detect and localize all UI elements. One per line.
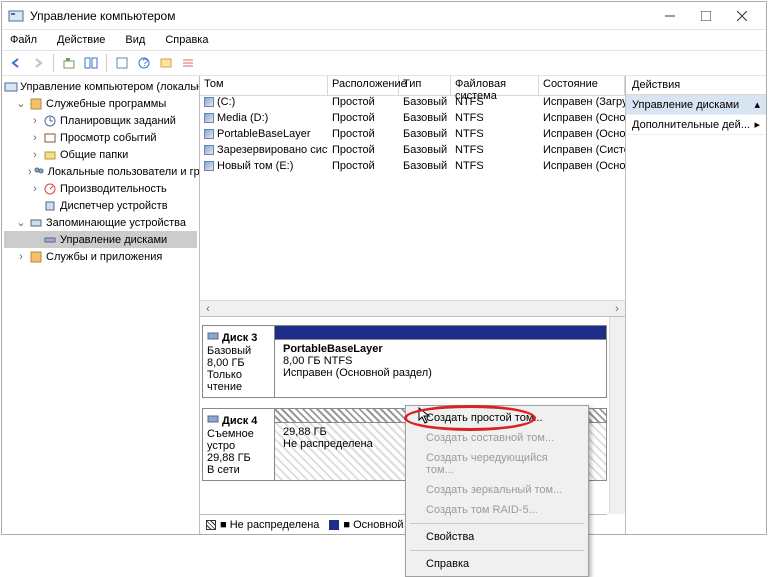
ctx-create-simple-volume[interactable]: Создать простой том... bbox=[408, 408, 586, 428]
v-scrollbar[interactable] bbox=[609, 317, 625, 514]
list-button[interactable] bbox=[178, 53, 198, 73]
menu-file[interactable]: Файл bbox=[6, 32, 41, 48]
tree-local-users[interactable]: ›Локальные пользователи и группы bbox=[4, 163, 197, 180]
col-fs[interactable]: Файловая система bbox=[451, 76, 539, 95]
tree-task-scheduler[interactable]: ›Планировщик заданий bbox=[4, 112, 197, 129]
menu-action[interactable]: Действие bbox=[53, 32, 109, 48]
chevron-up-icon: ▴ bbox=[754, 98, 760, 111]
ctx-create-spanned-volume: Создать составной том... bbox=[408, 428, 586, 448]
close-button[interactable] bbox=[724, 3, 760, 29]
show-hide-button[interactable] bbox=[81, 53, 101, 73]
up-button[interactable] bbox=[59, 53, 79, 73]
context-menu: Создать простой том... Создать составной… bbox=[405, 405, 589, 577]
refresh-button[interactable] bbox=[112, 53, 132, 73]
tree-performance[interactable]: ›Производительность bbox=[4, 180, 197, 197]
window-title: Управление компьютером bbox=[30, 9, 652, 23]
volume-row[interactable]: Новый том (E:)ПростойБазовыйNTFSИсправен… bbox=[200, 160, 625, 176]
app-icon bbox=[8, 8, 24, 24]
forward-button[interactable] bbox=[28, 53, 48, 73]
svg-text:?: ? bbox=[142, 57, 148, 69]
ctx-create-striped-volume: Создать чередующийся том... bbox=[408, 448, 586, 480]
actions-disk-mgmt[interactable]: Управление дисками▴ bbox=[626, 95, 766, 115]
ctx-create-mirrored-volume: Создать зеркальный том... bbox=[408, 480, 586, 500]
actions-pane: Действия Управление дисками▴ Дополнитель… bbox=[626, 76, 766, 534]
help-button[interactable]: ? bbox=[134, 53, 154, 73]
tree-device-manager[interactable]: Диспетчер устройств bbox=[4, 197, 197, 214]
titlebar: Управление компьютером bbox=[2, 2, 766, 30]
minimize-button[interactable] bbox=[652, 3, 688, 29]
tree-shared-folders[interactable]: ›Общие папки bbox=[4, 146, 197, 163]
tree-services[interactable]: ›Службы и приложения bbox=[4, 248, 197, 265]
tree-disk-management[interactable]: Управление дисками bbox=[4, 231, 197, 248]
back-button[interactable] bbox=[6, 53, 26, 73]
column-headers[interactable]: Том Расположение Тип Файловая система Со… bbox=[200, 76, 625, 96]
tree-event-viewer[interactable]: ›Просмотр событий bbox=[4, 129, 197, 146]
actions-more[interactable]: Дополнительные дей...▸ bbox=[626, 115, 766, 135]
volume-row[interactable]: (C:)ПростойБазовыйNTFSИсправен (Загрузка… bbox=[200, 96, 625, 112]
nav-tree[interactable]: Управление компьютером (локальным) ⌄Служ… bbox=[2, 76, 200, 534]
tree-storage[interactable]: ⌄Запоминающие устройства bbox=[4, 214, 197, 231]
maximize-button[interactable] bbox=[688, 3, 724, 29]
chevron-right-icon: ▸ bbox=[754, 118, 760, 131]
tree-system-tools[interactable]: ⌄Служебные программы bbox=[4, 95, 197, 112]
actions-header: Действия bbox=[626, 76, 766, 95]
tree-root[interactable]: Управление компьютером (локальным) bbox=[4, 78, 197, 95]
h-scrollbar[interactable]: ‹› bbox=[200, 300, 625, 316]
col-type[interactable]: Тип bbox=[399, 76, 451, 95]
disk-icon bbox=[207, 330, 219, 345]
col-layout[interactable]: Расположение bbox=[328, 76, 399, 95]
disk4-header[interactable]: Диск 4 Съемное устро 29,88 ГБ В сети bbox=[203, 409, 275, 480]
menu-help[interactable]: Справка bbox=[161, 32, 212, 48]
ctx-create-raid5-volume: Создать том RAID-5... bbox=[408, 500, 586, 520]
col-status[interactable]: Состояние bbox=[539, 76, 625, 95]
ctx-help[interactable]: Справка bbox=[408, 554, 586, 574]
toolbar: ? bbox=[2, 50, 766, 76]
properties-button[interactable] bbox=[156, 53, 176, 73]
volume-row[interactable]: Media (D:)ПростойБазовыйNTFSИсправен (Ос… bbox=[200, 112, 625, 128]
menubar: Файл Действие Вид Справка bbox=[2, 30, 766, 50]
menu-view[interactable]: Вид bbox=[121, 32, 149, 48]
ctx-properties[interactable]: Свойства bbox=[408, 527, 586, 547]
volume-list[interactable]: Том Расположение Тип Файловая система Со… bbox=[200, 76, 625, 317]
volume-row[interactable]: PortableBaseLayerПростойБазовыйNTFSИспра… bbox=[200, 128, 625, 144]
disk3-volume[interactable]: PortableBaseLayer 8,00 ГБ NTFS Исправен … bbox=[275, 326, 606, 397]
col-volume[interactable]: Том bbox=[200, 76, 328, 95]
disk-icon bbox=[207, 413, 219, 428]
disk3-header[interactable]: Диск 3 Базовый 8,00 ГБ Только чтение bbox=[203, 326, 275, 397]
disk3-panel[interactable]: Диск 3 Базовый 8,00 ГБ Только чтение Por… bbox=[202, 325, 607, 398]
volume-row[interactable]: Зарезервировано системойПростойБазовыйNT… bbox=[200, 144, 625, 160]
